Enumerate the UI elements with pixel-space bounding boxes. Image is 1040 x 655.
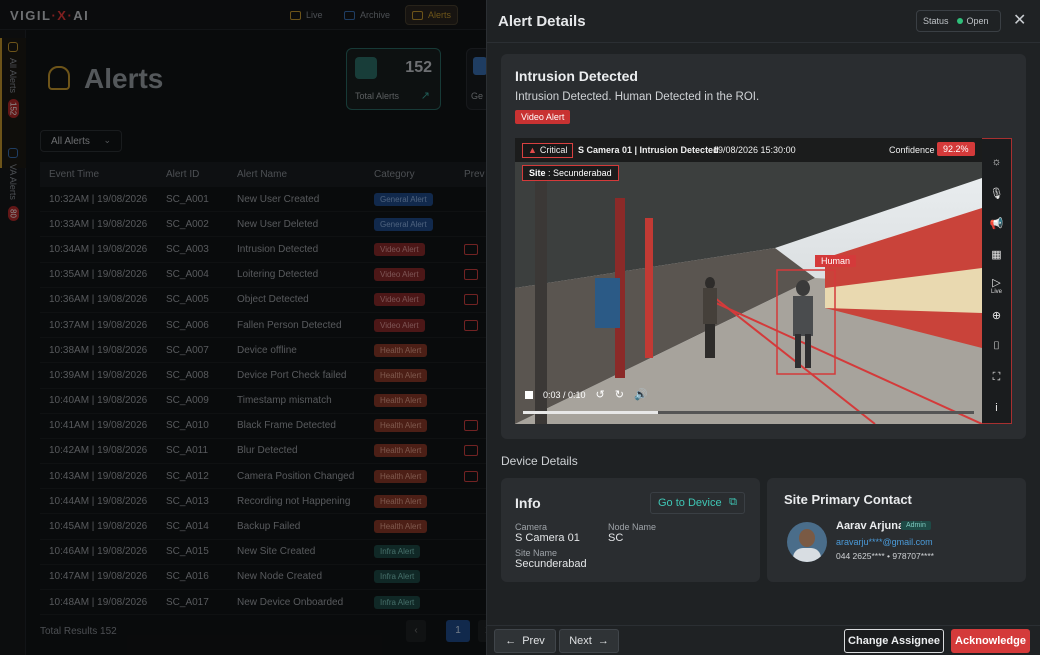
snapshot-icon[interactable]: ⌷ <box>982 331 1012 362</box>
go-to-device-button[interactable]: Go to Device ⧉ <box>650 492 745 514</box>
camera-value: S Camera 01 <box>515 532 580 544</box>
stop-icon[interactable] <box>525 390 533 399</box>
info-icon[interactable]: i <box>982 392 1012 423</box>
site-label: Site Name <box>515 548 558 558</box>
role-badge: Admin <box>901 521 931 530</box>
warning-icon: ▲ <box>528 145 537 155</box>
site-overlay: Site : Secunderabad <box>522 165 619 181</box>
announce-icon[interactable]: 📢 <box>982 208 1012 239</box>
contact-email[interactable]: aravarju****@gmail.com <box>836 537 933 547</box>
status-dropdown[interactable]: Status Open <box>916 10 1001 32</box>
mute-mic-icon[interactable]: 🎙 <box>982 178 1012 209</box>
video-controls: 0:03 / 0:10 ↺ ↻ 🔊 <box>525 388 648 401</box>
contact-title: Site Primary Contact <box>784 492 912 507</box>
fullscreen-icon[interactable]: ⛶ <box>982 362 1012 393</box>
event-description: Intrusion Detected. Human Detected in th… <box>515 91 760 103</box>
drawer-title: Alert Details <box>498 13 586 30</box>
arrow-left-icon: ← <box>505 635 517 647</box>
node-label: Node Name <box>608 522 657 532</box>
volume-icon[interactable]: 🔊 <box>634 388 648 401</box>
zoom-in-icon[interactable]: ⊕ <box>982 300 1012 331</box>
next-button[interactable]: Next → <box>559 629 619 653</box>
acknowledge-button[interactable]: Acknowledge <box>951 629 1030 653</box>
prev-button[interactable]: ← Prev <box>494 629 556 653</box>
contact-card: Site Primary Contact Aarav Arjuna Admin … <box>767 478 1026 582</box>
video-progress-fill <box>523 411 659 414</box>
forward-10-icon[interactable]: ↻ <box>615 388 624 401</box>
event-category-badge: Video Alert <box>515 110 571 124</box>
video-progress-bar[interactable] <box>523 411 974 414</box>
go-to-device-label: Go to Device <box>658 497 722 509</box>
device-info-card: Info Go to Device ⧉ Camera S Camera 01 No… <box>501 478 760 582</box>
drawer-footer: ← Prev Next → Change Assignee Acknowledge <box>487 625 1040 655</box>
camera-label: S Camera 01 | Intrusion Detected <box>578 145 719 155</box>
avatar <box>787 522 827 562</box>
confidence-label: Confidence <box>889 145 935 155</box>
rewind-10-icon[interactable]: ↺ <box>596 388 605 401</box>
live-label: Live <box>990 288 1002 295</box>
app-root: VIGIL·X·AI Live Archive Alerts All Alert… <box>0 0 1040 655</box>
camera-label: Camera <box>515 522 548 532</box>
overlay-backdrop[interactable] <box>0 0 486 655</box>
alert-details-drawer: Alert Details Status Open ✕ Intrusion Det… <box>486 0 1040 655</box>
event-title: Intrusion Detected <box>515 68 638 84</box>
node-value: SC <box>608 532 624 544</box>
alert-card: Intrusion Detected Intrusion Detected. H… <box>501 54 1026 439</box>
video-player[interactable]: ▲ Critical S Camera 01 | Intrusion Detect… <box>515 138 982 424</box>
contact-phone: 044 2625**** • 978707**** <box>836 551 934 561</box>
info-title: Info <box>515 495 541 511</box>
status-value: Open <box>966 16 989 26</box>
confidence-value: 92.2% <box>937 142 975 156</box>
brightness-icon[interactable]: ☼ <box>982 147 1012 178</box>
detection-label: Human <box>815 255 857 267</box>
device-details-heading: Device Details <box>501 454 578 468</box>
severity-badge: ▲ Critical <box>522 143 574 158</box>
video-timestamp: 19/08/2026 15:30:00 <box>713 145 796 155</box>
severity-label: Critical <box>539 145 568 155</box>
prev-label: Prev <box>522 635 545 647</box>
site-overlay-value: : Secunderabad <box>548 168 612 178</box>
map-icon[interactable]: ▦ <box>982 239 1012 270</box>
video-time: 0:03 / 0:10 <box>543 389 586 400</box>
change-assignee-button[interactable]: Change Assignee <box>844 629 944 653</box>
status-dot-icon <box>956 18 963 24</box>
site-value: Secunderabad <box>515 558 587 570</box>
divider <box>487 42 1040 43</box>
external-link-icon: ⧉ <box>729 496 737 508</box>
site-overlay-label: Site <box>529 168 546 178</box>
close-icon[interactable]: ✕ <box>1013 10 1026 30</box>
next-label: Next <box>569 635 592 647</box>
live-button[interactable]: ▷ Live <box>982 270 1012 301</box>
video-toolbar: ☼ 🎙 📢 ▦ ▷ Live ⊕ ⌷ ⛶ i <box>982 138 1012 424</box>
play-icon: ▷ <box>992 276 1001 289</box>
contact-name: Aarav Arjuna <box>836 520 905 532</box>
arrow-right-icon: → <box>597 635 609 647</box>
status-label: Status <box>923 16 949 26</box>
